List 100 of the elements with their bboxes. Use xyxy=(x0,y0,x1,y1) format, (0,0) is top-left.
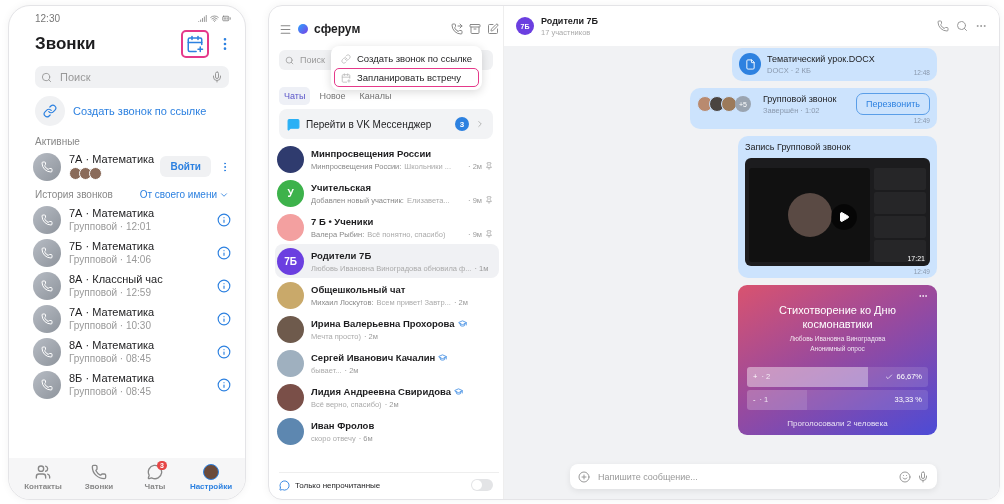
participant-avatars xyxy=(697,96,733,112)
menu-icon[interactable] xyxy=(279,22,292,36)
menu-item[interactable]: Запланировать встречу xyxy=(334,68,480,87)
call-title: 7А · Математика xyxy=(69,207,156,219)
info-icon[interactable] xyxy=(217,311,231,326)
search-icon xyxy=(41,71,52,83)
call-back-button[interactable]: Перезвонить xyxy=(856,93,930,115)
plus-icon[interactable] xyxy=(578,470,590,483)
chat-avatar: У xyxy=(277,179,304,207)
file-icon xyxy=(739,53,761,75)
link-icon xyxy=(341,53,351,64)
call-avatar xyxy=(33,238,61,267)
chat-name: Лидия Андреевна Свиридова xyxy=(311,385,493,397)
search-icon xyxy=(285,55,294,65)
microphone-icon[interactable] xyxy=(917,470,929,483)
toggle-switch[interactable] xyxy=(471,479,493,491)
message-input[interactable]: Напишите сообщение... xyxy=(570,464,937,489)
chat-bubble-icon xyxy=(147,464,163,480)
emoji-icon[interactable] xyxy=(899,470,911,483)
call-avatar xyxy=(33,370,61,399)
join-button[interactable]: Войти xyxy=(160,156,211,177)
filter-dropdown[interactable]: От своего имени xyxy=(139,189,229,200)
section-title: Активные xyxy=(35,136,80,147)
archive-icon[interactable] xyxy=(469,23,481,35)
call-title: 7Б · Математика xyxy=(69,240,156,252)
chat-avatar: 7Б xyxy=(277,247,304,275)
page-title: Звонки xyxy=(35,34,97,54)
file-name: Тематический урок.DOCX xyxy=(767,53,875,64)
link-icon xyxy=(35,96,65,126)
chat-name: Ирина Валерьевна Прохорова xyxy=(311,317,493,329)
phone-icon xyxy=(91,464,107,480)
call-avatar xyxy=(33,337,61,366)
call-subtitle: Групповой · 08:45 xyxy=(69,386,152,397)
call-subtitle: Групповой · 12:59 xyxy=(69,287,152,298)
nav-tab[interactable]: Настройки xyxy=(183,464,239,491)
contacts-icon xyxy=(35,464,51,480)
call-title: 8Б · Математика xyxy=(69,372,156,384)
call-avatar xyxy=(33,271,61,300)
brand-name: сферум xyxy=(314,22,362,36)
call-title: 7А · Математика xyxy=(69,306,156,318)
call-subtitle: Групповой · 12:01 xyxy=(69,221,152,232)
microphone-icon[interactable] xyxy=(211,71,223,83)
chat-name: Родители 7Б xyxy=(311,249,373,261)
chat-name: 7 Б • Ученики xyxy=(311,215,375,227)
avatar-icon xyxy=(203,464,219,480)
info-icon[interactable] xyxy=(217,377,231,392)
search-icon[interactable] xyxy=(956,20,968,32)
status-time: 12:30 xyxy=(35,12,61,24)
battery-icon xyxy=(222,13,231,23)
participant-avatars xyxy=(69,167,102,180)
search-field[interactable]: Поиск xyxy=(35,66,229,88)
call-subtitle: Групповой · 08:45 xyxy=(69,353,152,364)
info-icon[interactable] xyxy=(217,212,231,227)
call-subtitle: Групповой · 14:06 xyxy=(69,254,152,265)
logo-icon xyxy=(298,24,308,34)
call-title: 8А · Математика xyxy=(69,339,156,351)
vk-messenger-banner[interactable]: Перейти в VK Мессенджер 3 xyxy=(279,109,493,139)
call-title: 7А · Математика xyxy=(69,153,153,165)
phone-plus-icon[interactable] xyxy=(451,23,463,35)
photo-placeholder xyxy=(787,193,832,237)
search-input[interactable]: Поиск xyxy=(58,70,205,84)
calendar-plus-icon xyxy=(341,72,351,83)
calendar-plus-icon xyxy=(186,35,204,53)
call-avatar xyxy=(33,152,61,181)
search-input[interactable]: Поиск xyxy=(298,54,332,66)
tab[interactable]: Новое xyxy=(314,87,351,105)
info-icon[interactable] xyxy=(217,278,231,293)
poll-footer: Проголосовали 2 человека xyxy=(787,418,888,428)
play-button[interactable] xyxy=(831,204,857,230)
call-subtitle: Групповой · 10:30 xyxy=(69,320,152,331)
message-title: Запись Групповой звонок xyxy=(745,142,852,152)
toggle-label: Только непрочитанные xyxy=(295,480,381,490)
chat-bubble-icon xyxy=(279,479,290,491)
chevron-right-icon xyxy=(475,119,485,129)
nav-tab[interactable]: Контакты xyxy=(15,464,71,491)
chat-name: Учительская xyxy=(311,181,372,193)
call-avatar xyxy=(33,205,61,234)
chat-name: Общешкольный чат xyxy=(311,283,407,295)
compose-icon[interactable] xyxy=(487,23,499,35)
info-icon[interactable] xyxy=(217,344,231,359)
section-title: История звонков xyxy=(35,189,113,200)
chat-title: Родители 7Б xyxy=(541,15,600,26)
schedule-call-button[interactable] xyxy=(181,30,209,58)
play-icon xyxy=(838,211,850,223)
chat-name: Сергей Иванович Качалин xyxy=(311,351,493,363)
poll-title: Стихотворение ко Дню космонавтики xyxy=(778,304,897,332)
info-icon[interactable] xyxy=(217,245,231,260)
call-title: 8А · Классный час xyxy=(69,273,164,285)
create-link-call[interactable]: Создать звонок по ссылке xyxy=(73,105,207,117)
call-avatar xyxy=(33,304,61,333)
signal-icon xyxy=(198,13,207,23)
chat-name: Минпросвещения России xyxy=(311,147,433,159)
tab[interactable]: Каналы xyxy=(354,87,397,105)
nav-tab[interactable]: Звонки xyxy=(71,464,127,491)
message-icon xyxy=(287,117,300,131)
chat-name: Иван Фролов xyxy=(311,419,376,431)
phone-icon[interactable] xyxy=(937,20,949,32)
tab[interactable]: Чаты xyxy=(279,87,311,105)
message-text-input[interactable]: Напишите сообщение... xyxy=(596,470,893,483)
wifi-icon xyxy=(210,13,219,23)
